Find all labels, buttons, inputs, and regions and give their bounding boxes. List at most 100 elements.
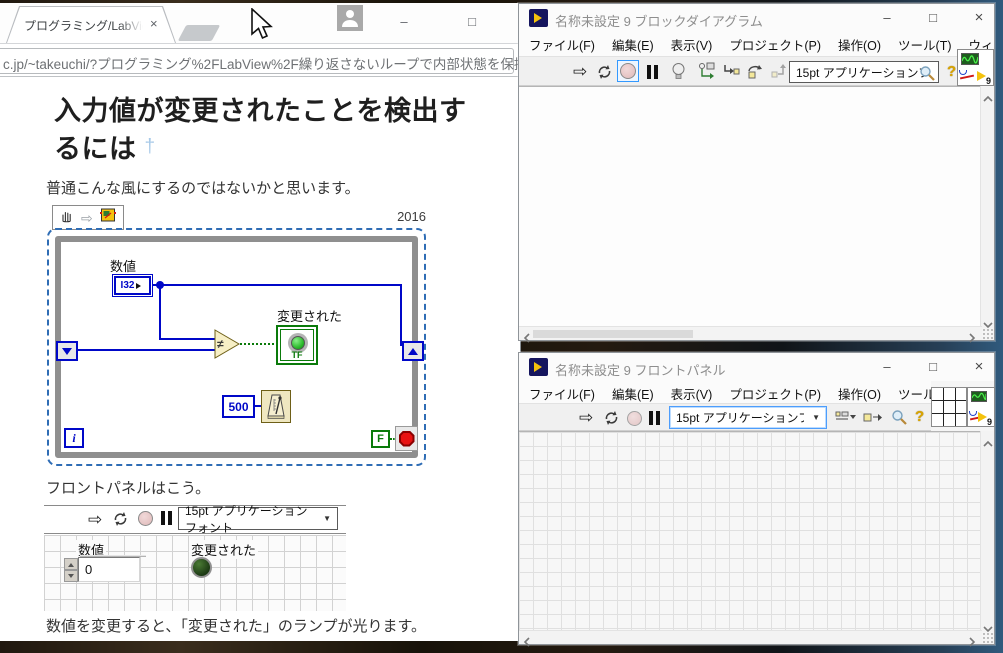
arrow-icon: ⇨ — [81, 211, 93, 225]
menu-file[interactable]: ファイル(F) — [529, 384, 595, 403]
bd-pause-button[interactable] — [647, 65, 658, 79]
menu-tools[interactable]: ツール(T) — [898, 35, 951, 54]
fp-vi-icon[interactable]: 9 — [967, 387, 995, 427]
menu-tools[interactable]: ツール(T) — [898, 384, 931, 403]
scroll-right-icon[interactable] — [968, 634, 978, 642]
fp-help-icon[interactable]: ? — [915, 408, 924, 425]
vi-red-wire — [960, 75, 974, 80]
menu-view[interactable]: 表示(V) — [671, 384, 713, 403]
fp-grid-alignment-icon[interactable] — [931, 387, 967, 427]
bd-horizontal-scrollbar[interactable] — [519, 326, 982, 340]
menu-project[interactable]: プロジェクト(P) — [729, 384, 821, 403]
fp-web-font-label: 15pt アプリケーションフォント — [185, 502, 315, 536]
bd-help-icon[interactable]: ? — [947, 63, 956, 80]
led-on-icon — [291, 336, 305, 350]
menu-edit[interactable]: 編集(E) — [612, 384, 654, 403]
fp-horizontal-scrollbar[interactable] — [519, 630, 982, 644]
resize-objects-icon[interactable] — [863, 410, 885, 430]
fp-pause-button[interactable] — [649, 411, 660, 425]
front-panel-caption: フロントパネルはこう。 — [46, 477, 210, 498]
shift-register-right[interactable] — [402, 341, 424, 361]
bd-run-button[interactable]: ⇨ — [573, 63, 587, 80]
step-into-icon[interactable] — [723, 64, 740, 84]
wait-ms-value: 500 — [228, 400, 248, 414]
not-equal-sign: ≠ — [217, 337, 224, 351]
browser-minimize-button[interactable]: – — [390, 9, 418, 35]
scroll-down-icon[interactable] — [983, 316, 993, 324]
numeric-control-terminal[interactable]: I32 — [112, 274, 153, 297]
tf-text: TF — [281, 350, 313, 360]
fp-abort-button[interactable] — [627, 411, 642, 426]
step-over-icon[interactable] — [746, 63, 765, 84]
new-tab-button[interactable] — [178, 25, 221, 41]
retain-wire-values-icon[interactable] — [697, 62, 716, 85]
bd-diagram-canvas[interactable] — [519, 86, 982, 328]
heading-anchor-link[interactable]: † — [145, 136, 156, 157]
fp-run-button[interactable]: ⇨ — [579, 409, 593, 426]
bd-resize-grip[interactable] — [982, 328, 993, 339]
fp-menu-bar: ファイル(F) 編集(E) 表示(V) プロジェクト(P) 操作(O) ツール(… — [519, 381, 931, 405]
web-page: 入力値が変更されたことを検出す るには† 普通こんな風にするのではないかと思いま… — [0, 77, 520, 641]
bd-vertical-scrollbar[interactable] — [980, 86, 994, 328]
diagram-mini-toolbar: ⇨ — [52, 205, 124, 230]
scroll-left-icon[interactable] — [523, 634, 533, 642]
menu-operate[interactable]: 操作(O) — [838, 384, 881, 403]
menu-operate[interactable]: 操作(O) — [838, 35, 881, 54]
block-diagram-figure: ⇨ 2016 数値 I32 — [44, 203, 430, 475]
browser-tab[interactable]: プログラミング/LabView/繰り × — [6, 6, 176, 43]
menu-file[interactable]: ファイル(F) — [529, 35, 595, 54]
wait-ms-constant[interactable]: 500 — [222, 395, 255, 418]
fp-title-bar[interactable]: 名称未設定 9 フロントパネル – □ × — [519, 353, 994, 381]
tab-close-icon[interactable]: × — [150, 16, 158, 31]
fp-run-continuous-button[interactable] — [603, 410, 620, 431]
shift-register-left[interactable] — [56, 341, 78, 361]
address-bar[interactable]: c.jp/~takeuchi/?プログラミング%2FLabView%2F繰り返さ… — [0, 48, 514, 74]
bd-abort-button[interactable] — [617, 60, 639, 82]
fp-minimize-button[interactable]: – — [867, 353, 907, 381]
fp-vertical-scrollbar[interactable] — [980, 431, 994, 632]
scroll-up-icon[interactable] — [983, 435, 993, 443]
bd-title-bar[interactable]: 名称未設定 9 ブロックダイアグラム – □ × — [519, 4, 994, 32]
fp-led-off-icon — [191, 557, 212, 578]
bd-run-continuous-button[interactable] — [596, 64, 613, 85]
wait-metronome-icon[interactable] — [261, 390, 291, 423]
step-out-icon[interactable] — [770, 64, 786, 84]
reorder-search-icon[interactable] — [891, 409, 907, 430]
fp-window-title: 名称未設定 9 フロントパネル — [555, 360, 725, 379]
search-icon — [919, 65, 935, 84]
iteration-terminal[interactable]: i — [64, 428, 84, 448]
boolean-indicator-terminal[interactable]: TF — [276, 325, 318, 365]
bd-vi-icon[interactable]: 9 — [957, 49, 994, 86]
bd-maximize-button[interactable]: □ — [913, 4, 953, 32]
scroll-right-icon[interactable] — [968, 330, 978, 338]
fp-panel-canvas[interactable] — [519, 431, 982, 632]
menu-view[interactable]: 表示(V) — [671, 35, 713, 54]
intro-paragraph: 普通こんな風にするのではないかと思います。 — [46, 177, 360, 198]
menu-edit[interactable]: 編集(E) — [612, 35, 654, 54]
scroll-down-icon[interactable] — [983, 620, 993, 628]
fp-close-button[interactable]: × — [959, 353, 999, 381]
fp-resize-grip[interactable] — [982, 632, 993, 643]
bd-hscroll-thumb[interactable] — [533, 330, 693, 338]
scroll-up-icon[interactable] — [983, 90, 993, 98]
fp-maximize-button[interactable]: □ — [913, 353, 953, 381]
profile-avatar-icon[interactable] — [337, 5, 363, 31]
false-constant[interactable]: F — [371, 430, 390, 448]
menu-project[interactable]: プロジェクト(P) — [729, 35, 821, 54]
url-text: c.jp/~takeuchi/?プログラミング%2FLabView%2F繰り返さ… — [3, 53, 527, 73]
wire-junction-down — [159, 286, 161, 340]
highlight-execution-icon[interactable] — [671, 62, 686, 86]
numeric-terminal-label: 数値 — [110, 256, 136, 275]
fp-font-selector[interactable]: 15pt アプリケーションフォント ▼ — [669, 406, 827, 429]
not-equal-node[interactable]: ≠ — [214, 329, 240, 359]
browser-maximize-button[interactable]: □ — [458, 9, 486, 35]
bd-close-button[interactable]: × — [959, 4, 999, 32]
bd-minimize-button[interactable]: – — [867, 4, 907, 32]
vi-blue-wire — [969, 411, 977, 416]
tab-surface[interactable]: プログラミング/LabView/繰り × — [7, 7, 175, 43]
loop-condition-terminal[interactable] — [395, 426, 418, 451]
vi-number-badge: 9 — [986, 76, 991, 86]
bd-font-selector[interactable]: 15pt アプリケーションフォン — [789, 61, 939, 83]
align-objects-icon[interactable] — [835, 410, 857, 430]
scroll-left-icon[interactable] — [523, 330, 533, 338]
